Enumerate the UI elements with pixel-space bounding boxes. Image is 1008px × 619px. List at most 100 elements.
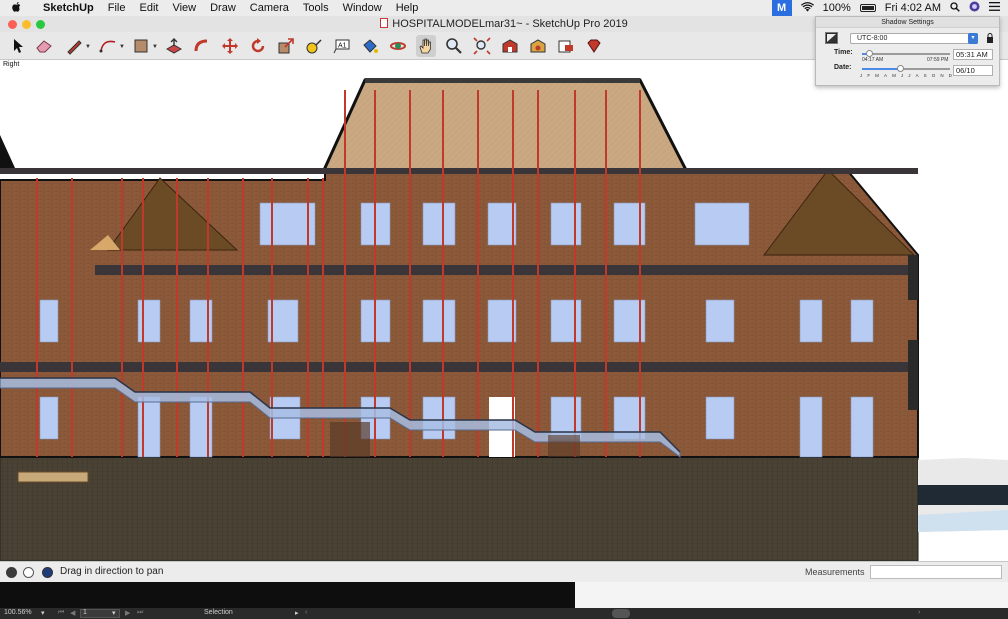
window-title: HOSPITALMODELmar31~ - SketchUp Pro 2019 <box>392 18 628 30</box>
time-slider[interactable] <box>862 50 950 57</box>
camera-view-label: Right <box>3 61 20 68</box>
floor-band-lower <box>0 362 915 372</box>
expand-arrow-icon[interactable]: ▸ <box>295 609 299 617</box>
arc-tool-button[interactable]: ▼ <box>98 35 125 57</box>
chevron-down-icon[interactable]: ▾ <box>112 609 116 617</box>
stairs <box>330 422 370 457</box>
previous-page-icon[interactable]: ◀ <box>70 609 75 617</box>
scroll-left-icon[interactable]: ‹ <box>305 609 307 616</box>
clock[interactable]: Fri 4:02 AM <box>885 2 941 14</box>
stairs-right <box>548 435 580 457</box>
paint-bucket-tool-button[interactable] <box>360 35 380 57</box>
menu-draw[interactable]: Draw <box>203 2 243 14</box>
menu-window[interactable]: Window <box>336 2 389 14</box>
shadow-settings-panel[interactable]: Shadow Settings UTC-8:00 ▾ Time: 04:17 A… <box>815 16 1000 86</box>
menu-view[interactable]: View <box>165 2 203 14</box>
menu-bar: SketchUp File Edit View Draw Camera Tool… <box>0 0 1008 16</box>
background-app-status-bar: 100.56% ▾ ⏮ ◀ 1 ▾ ▶ ⏭ Selection ▸ ‹ › <box>0 608 1008 619</box>
tape-measure-tool-button[interactable] <box>304 35 324 57</box>
zoom-extents-icon <box>473 37 491 55</box>
right-downspout-upper <box>908 255 918 300</box>
time-min-label: 04:17 AM <box>862 57 884 63</box>
line-tool-button[interactable]: ▼ <box>64 35 91 57</box>
rotate-tool-button[interactable] <box>248 35 268 57</box>
battery-icon[interactable] <box>859 4 876 12</box>
extension-warehouse-button[interactable] <box>528 35 548 57</box>
timezone-select[interactable]: UTC-8:00 ▾ <box>850 33 978 44</box>
page-number: 1 <box>83 609 87 616</box>
pencil-icon <box>67 40 82 55</box>
tape-measure-icon <box>306 39 322 54</box>
shape-tool-button[interactable]: ▼ <box>131 35 158 57</box>
status-bar: Drag in direction to pan Measurements <box>0 561 1008 582</box>
info-icon[interactable] <box>23 567 34 578</box>
date-input[interactable]: 06/10 <box>953 65 993 76</box>
layout-button[interactable] <box>556 35 576 57</box>
background-app-light-area <box>575 582 1008 608</box>
minimize-window-button[interactable] <box>22 20 31 29</box>
instructor-icon[interactable] <box>42 567 53 578</box>
chevron-down-icon[interactable]: ▾ <box>41 609 45 617</box>
spotlight-search-icon[interactable] <box>950 1 960 15</box>
left-roof-edge <box>0 135 15 168</box>
date-slider[interactable] <box>862 65 950 72</box>
push-pull-tool-button[interactable] <box>164 35 184 57</box>
select-tool-button[interactable] <box>8 35 28 57</box>
first-page-icon[interactable]: ⏮ <box>58 609 64 617</box>
month-tick: M <box>892 73 896 78</box>
scale-tool-button[interactable] <box>276 35 296 57</box>
horizontal-scrollbar-thumb[interactable] <box>612 609 630 618</box>
shadow-settings-title[interactable]: Shadow Settings <box>816 17 999 28</box>
move-tool-button[interactable] <box>220 35 240 57</box>
menu-app-name[interactable]: SketchUp <box>36 2 101 14</box>
apple-menu-icon[interactable] <box>12 1 26 16</box>
scale-icon <box>278 38 294 54</box>
eraser-tool-button[interactable] <box>34 35 54 57</box>
menu-help[interactable]: Help <box>389 2 426 14</box>
rectangle-icon <box>134 39 148 53</box>
date-slider-fill <box>862 68 901 70</box>
last-page-icon[interactable]: ⏭ <box>137 609 143 617</box>
measurements-input[interactable] <box>870 565 1002 579</box>
date-slider-knob[interactable] <box>897 65 905 72</box>
zoom-tool-button[interactable] <box>444 35 464 57</box>
pan-tool-button[interactable] <box>416 35 436 57</box>
extension-manager-button[interactable] <box>584 35 604 57</box>
menu-camera[interactable]: Camera <box>243 2 296 14</box>
zoom-extents-tool-button[interactable] <box>472 35 492 57</box>
menu-edit[interactable]: Edit <box>132 2 165 14</box>
time-input[interactable]: 05:31 AM <box>953 49 993 60</box>
notification-center-icon[interactable] <box>989 2 1000 14</box>
zoom-window-button[interactable] <box>36 20 45 29</box>
model-viewport[interactable]: Right <box>0 60 1008 561</box>
move-icon <box>222 38 238 54</box>
3d-warehouse-button[interactable] <box>500 35 520 57</box>
shadow-toggle-button[interactable] <box>825 32 838 44</box>
scroll-right-icon[interactable]: › <box>918 609 920 616</box>
month-tick: S <box>923 73 927 78</box>
battery-percent: 100% <box>822 2 851 14</box>
app-badge-icon[interactable]: M <box>771 0 792 16</box>
time-label: Time: <box>834 49 853 56</box>
menu-tools[interactable]: Tools <box>296 2 336 14</box>
chevron-down-icon: ▾ <box>968 33 978 44</box>
orbit-tool-button[interactable] <box>388 35 408 57</box>
shadow-toggle-icon <box>827 34 836 42</box>
sketchup-screen: SketchUp File Edit View Draw Camera Tool… <box>0 0 1008 619</box>
wifi-icon[interactable] <box>800 1 814 15</box>
lock-icon[interactable] <box>986 33 994 43</box>
next-page-icon[interactable]: ▶ <box>125 609 130 617</box>
follow-me-tool-button[interactable] <box>192 35 212 57</box>
close-window-button[interactable] <box>8 20 17 29</box>
geo-location-icon[interactable] <box>6 567 17 578</box>
text-tool-button[interactable]: A1 <box>332 35 352 57</box>
background-app-dark-area <box>0 582 575 608</box>
svg-text:A1: A1 <box>338 43 347 50</box>
zoom-level[interactable]: 100.56% <box>4 609 32 616</box>
time-slider-knob[interactable] <box>865 50 873 57</box>
menu-file[interactable]: File <box>101 2 133 14</box>
text-label-icon: A1 <box>333 39 350 54</box>
siri-icon[interactable] <box>969 1 980 15</box>
month-tick: J <box>900 73 904 78</box>
pan-hand-icon <box>419 38 431 54</box>
